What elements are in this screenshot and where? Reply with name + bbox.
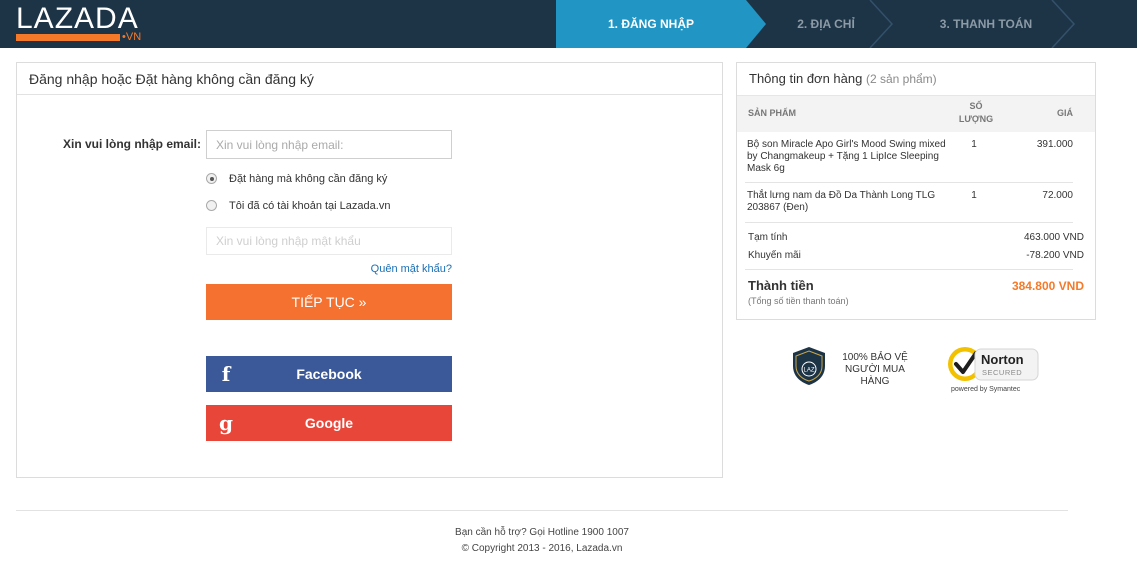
google-icon: g <box>219 411 233 435</box>
item-price: 391.000 <box>1036 139 1073 150</box>
step-separator-chevron-icon <box>868 0 894 48</box>
order-title: Thông tin đơn hàng (2 sản phẩm) <box>749 71 937 86</box>
discount-label: Khuyến mãi <box>748 250 801 261</box>
radio-guest[interactable] <box>206 173 217 184</box>
subtotal-value: 463.000 VND <box>1023 232 1084 243</box>
order-item-count: (2 sản phẩm) <box>865 72 937 86</box>
step-login: 1. ĐĂNG NHẬP <box>556 0 746 48</box>
footer-hotline: Bạn cần hỗ trợ? Gọi Hotline 1900 1007 <box>455 527 629 538</box>
lazada-logo[interactable]: LAZADA •VN <box>16 2 141 45</box>
subtotal-label: Tạm tính <box>748 232 788 243</box>
google-login-button[interactable]: g Google <box>206 405 452 441</box>
radio-has-account[interactable] <box>206 200 217 211</box>
norton-secured-badge: Norton SECURED powered by Symantec <box>948 347 1039 393</box>
item-name: Bộ son Miracle Apo Girl's Mood Swing mix… <box>747 139 946 174</box>
total-label: Thành tiền <box>748 278 814 293</box>
facebook-icon: f <box>221 362 231 386</box>
logo-underline <box>16 34 120 41</box>
option-guest-label: Đặt hàng mà không cần đăng ký <box>229 173 388 185</box>
google-label: Google <box>304 415 354 431</box>
norton-secured: SECURED <box>982 368 1022 377</box>
item-qty: 1 <box>971 139 977 150</box>
total-note: (Tổng số tiền thanh toán) <box>748 296 849 306</box>
footer-divider <box>16 510 1068 511</box>
row-divider <box>745 269 1073 270</box>
top-header: LAZADA •VN 1. ĐĂNG NHẬP 2. ĐỊA CHỈ 3. TH… <box>0 0 1137 48</box>
row-divider <box>745 222 1073 223</box>
norton-name: Norton <box>981 352 1024 367</box>
continue-button[interactable]: TIẾP TỤC » <box>206 284 452 320</box>
step-payment: 3. THANH TOÁN <box>939 17 1033 31</box>
facebook-label: Facebook <box>296 366 362 382</box>
buyer-protection-text: 100% BẢO VỆ NGƯỜI MUA HÀNG <box>842 352 908 387</box>
forgot-password-link[interactable]: Quên mật khẩu? <box>352 263 452 275</box>
table-row: Bộ son Miracle Apo Girl's Mood Swing mix… <box>737 139 1095 181</box>
norton-powered: powered by Symantec <box>951 386 1021 393</box>
step-separator-chevron-icon <box>1050 0 1076 48</box>
table-row: Thắt lưng nam da Đồ Da Thành Long TLG 20… <box>737 190 1095 220</box>
discount-row: Khuyến mãi -78.200 VND <box>748 250 1084 261</box>
item-qty: 1 <box>971 190 977 201</box>
col-quantity: SỐ LƯỢNG <box>958 101 994 124</box>
item-name: Thắt lưng nam da Đồ Da Thành Long TLG 20… <box>747 190 936 213</box>
email-label: Xin vui lòng nhập email: <box>63 137 202 151</box>
row-divider <box>745 182 1073 183</box>
shield-text: LAZ <box>803 368 814 374</box>
col-price: GIÁ <box>1056 108 1073 118</box>
facebook-login-button[interactable]: f Facebook <box>206 356 452 392</box>
option-account-label: Tôi đã có tài khoản tại Lazada.vn <box>229 200 391 212</box>
total-value: 384.800 VND <box>1011 279 1084 293</box>
order-summary-panel: Thông tin đơn hàng (2 sản phẩm) SẢN PHẨM… <box>736 62 1096 320</box>
step-login-arrow <box>746 0 766 48</box>
order-table-header: SẢN PHẨM SỐ LƯỢNG GIÁ <box>737 95 1095 132</box>
login-panel: Đăng nhập hoặc Đặt hàng không cần đăng k… <box>16 62 723 478</box>
subtotal-row: Tạm tính 463.000 VND <box>748 232 1084 243</box>
footer-copyright: © Copyright 2013 - 2016, Lazada.vn <box>461 543 623 554</box>
login-panel-title: Đăng nhập hoặc Đặt hàng không cần đăng k… <box>17 63 722 95</box>
order-title-text: Thông tin đơn hàng <box>749 71 863 86</box>
email-input[interactable] <box>206 130 452 159</box>
logo-suffix: •VN <box>122 31 142 43</box>
item-price: 72.000 <box>1042 190 1073 201</box>
buyer-protection-shield-icon: LAZ <box>793 347 825 385</box>
password-input[interactable] <box>206 227 452 255</box>
logo-text: LAZADA <box>16 2 139 35</box>
discount-value: -78.200 VND <box>1026 250 1084 261</box>
checkout-steps: 1. ĐĂNG NHẬP 2. ĐỊA CHỈ 3. THANH TOÁN <box>556 0 1137 48</box>
col-product: SẢN PHẨM <box>748 108 797 118</box>
